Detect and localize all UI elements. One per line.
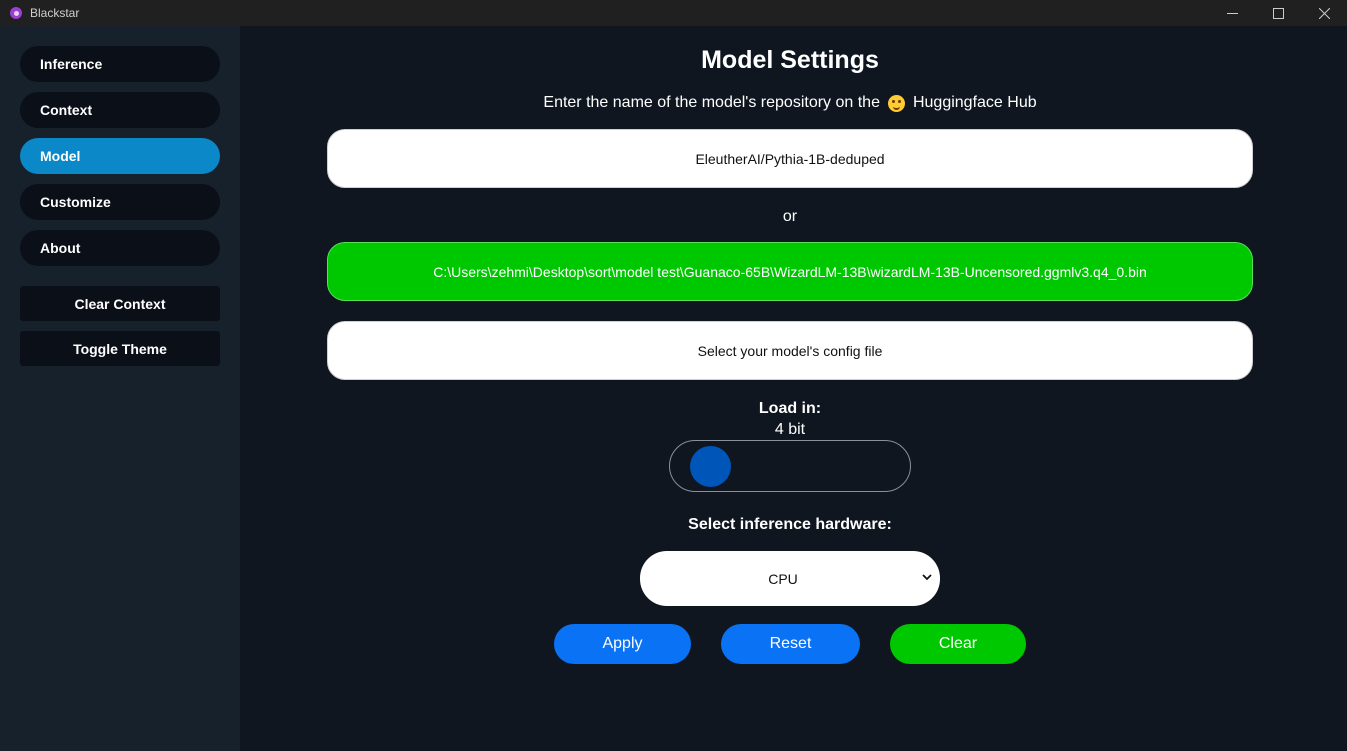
sidebar-item-model[interactable]: Model bbox=[20, 138, 220, 174]
toggle-theme-button[interactable]: Toggle Theme bbox=[20, 331, 220, 366]
hardware-select-value: CPU bbox=[768, 570, 798, 587]
close-button[interactable] bbox=[1301, 0, 1347, 26]
load-in-slider-knob[interactable] bbox=[690, 446, 731, 487]
title-bar: Blackstar bbox=[0, 0, 1347, 26]
app-logo-icon bbox=[10, 7, 22, 19]
load-in-label: Load in: bbox=[758, 400, 822, 417]
reset-button[interactable]: Reset bbox=[721, 624, 860, 664]
repo-instructions-hub: Huggingface Hub bbox=[912, 94, 1037, 111]
or-separator: or bbox=[782, 208, 798, 225]
minimize-button[interactable] bbox=[1209, 0, 1255, 26]
repo-name-input[interactable]: EleutherAI/Pythia-1B-deduped bbox=[327, 129, 1253, 188]
close-icon bbox=[1318, 7, 1330, 19]
hardware-select[interactable]: CPU bbox=[640, 551, 940, 606]
sidebar-item-about[interactable]: About bbox=[20, 230, 220, 266]
sidebar: Inference Context Model Customize About … bbox=[0, 26, 240, 751]
page-title: Model Settings bbox=[701, 46, 879, 74]
sidebar-item-inference[interactable]: Inference bbox=[20, 46, 220, 82]
model-file-path: C:\Users\zehmi\Desktop\sort\model test\G… bbox=[433, 263, 1147, 280]
load-in-value: 4 bit bbox=[774, 421, 806, 438]
maximize-icon bbox=[1272, 7, 1284, 19]
load-in-slider[interactable] bbox=[669, 440, 911, 492]
sidebar-item-context[interactable]: Context bbox=[20, 92, 220, 128]
repo-instructions: Enter the name of the model's repository… bbox=[240, 94, 1340, 112]
repo-name-value: EleutherAI/Pythia-1B-deduped bbox=[695, 150, 885, 167]
clear-context-button[interactable]: Clear Context bbox=[20, 286, 220, 321]
sidebar-item-customize[interactable]: Customize bbox=[20, 184, 220, 220]
config-file-label: Select your model's config file bbox=[697, 342, 883, 359]
maximize-button[interactable] bbox=[1255, 0, 1301, 26]
repo-instructions-text: Enter the name of the model's repository… bbox=[543, 94, 880, 111]
hardware-label: Select inference hardware: bbox=[688, 516, 892, 533]
config-file-button[interactable]: Select your model's config file bbox=[327, 321, 1253, 380]
chevron-down-icon bbox=[922, 574, 932, 581]
window-controls bbox=[1209, 0, 1347, 26]
minimize-icon bbox=[1226, 12, 1238, 14]
hugging-face-icon bbox=[887, 94, 905, 112]
window-title: Blackstar bbox=[30, 6, 80, 20]
clear-button[interactable]: Clear bbox=[890, 624, 1026, 664]
model-file-button[interactable]: C:\Users\zehmi\Desktop\sort\model test\G… bbox=[327, 242, 1253, 301]
apply-button[interactable]: Apply bbox=[554, 624, 691, 664]
main-panel: Model Settings Enter the name of the mod… bbox=[240, 26, 1347, 751]
